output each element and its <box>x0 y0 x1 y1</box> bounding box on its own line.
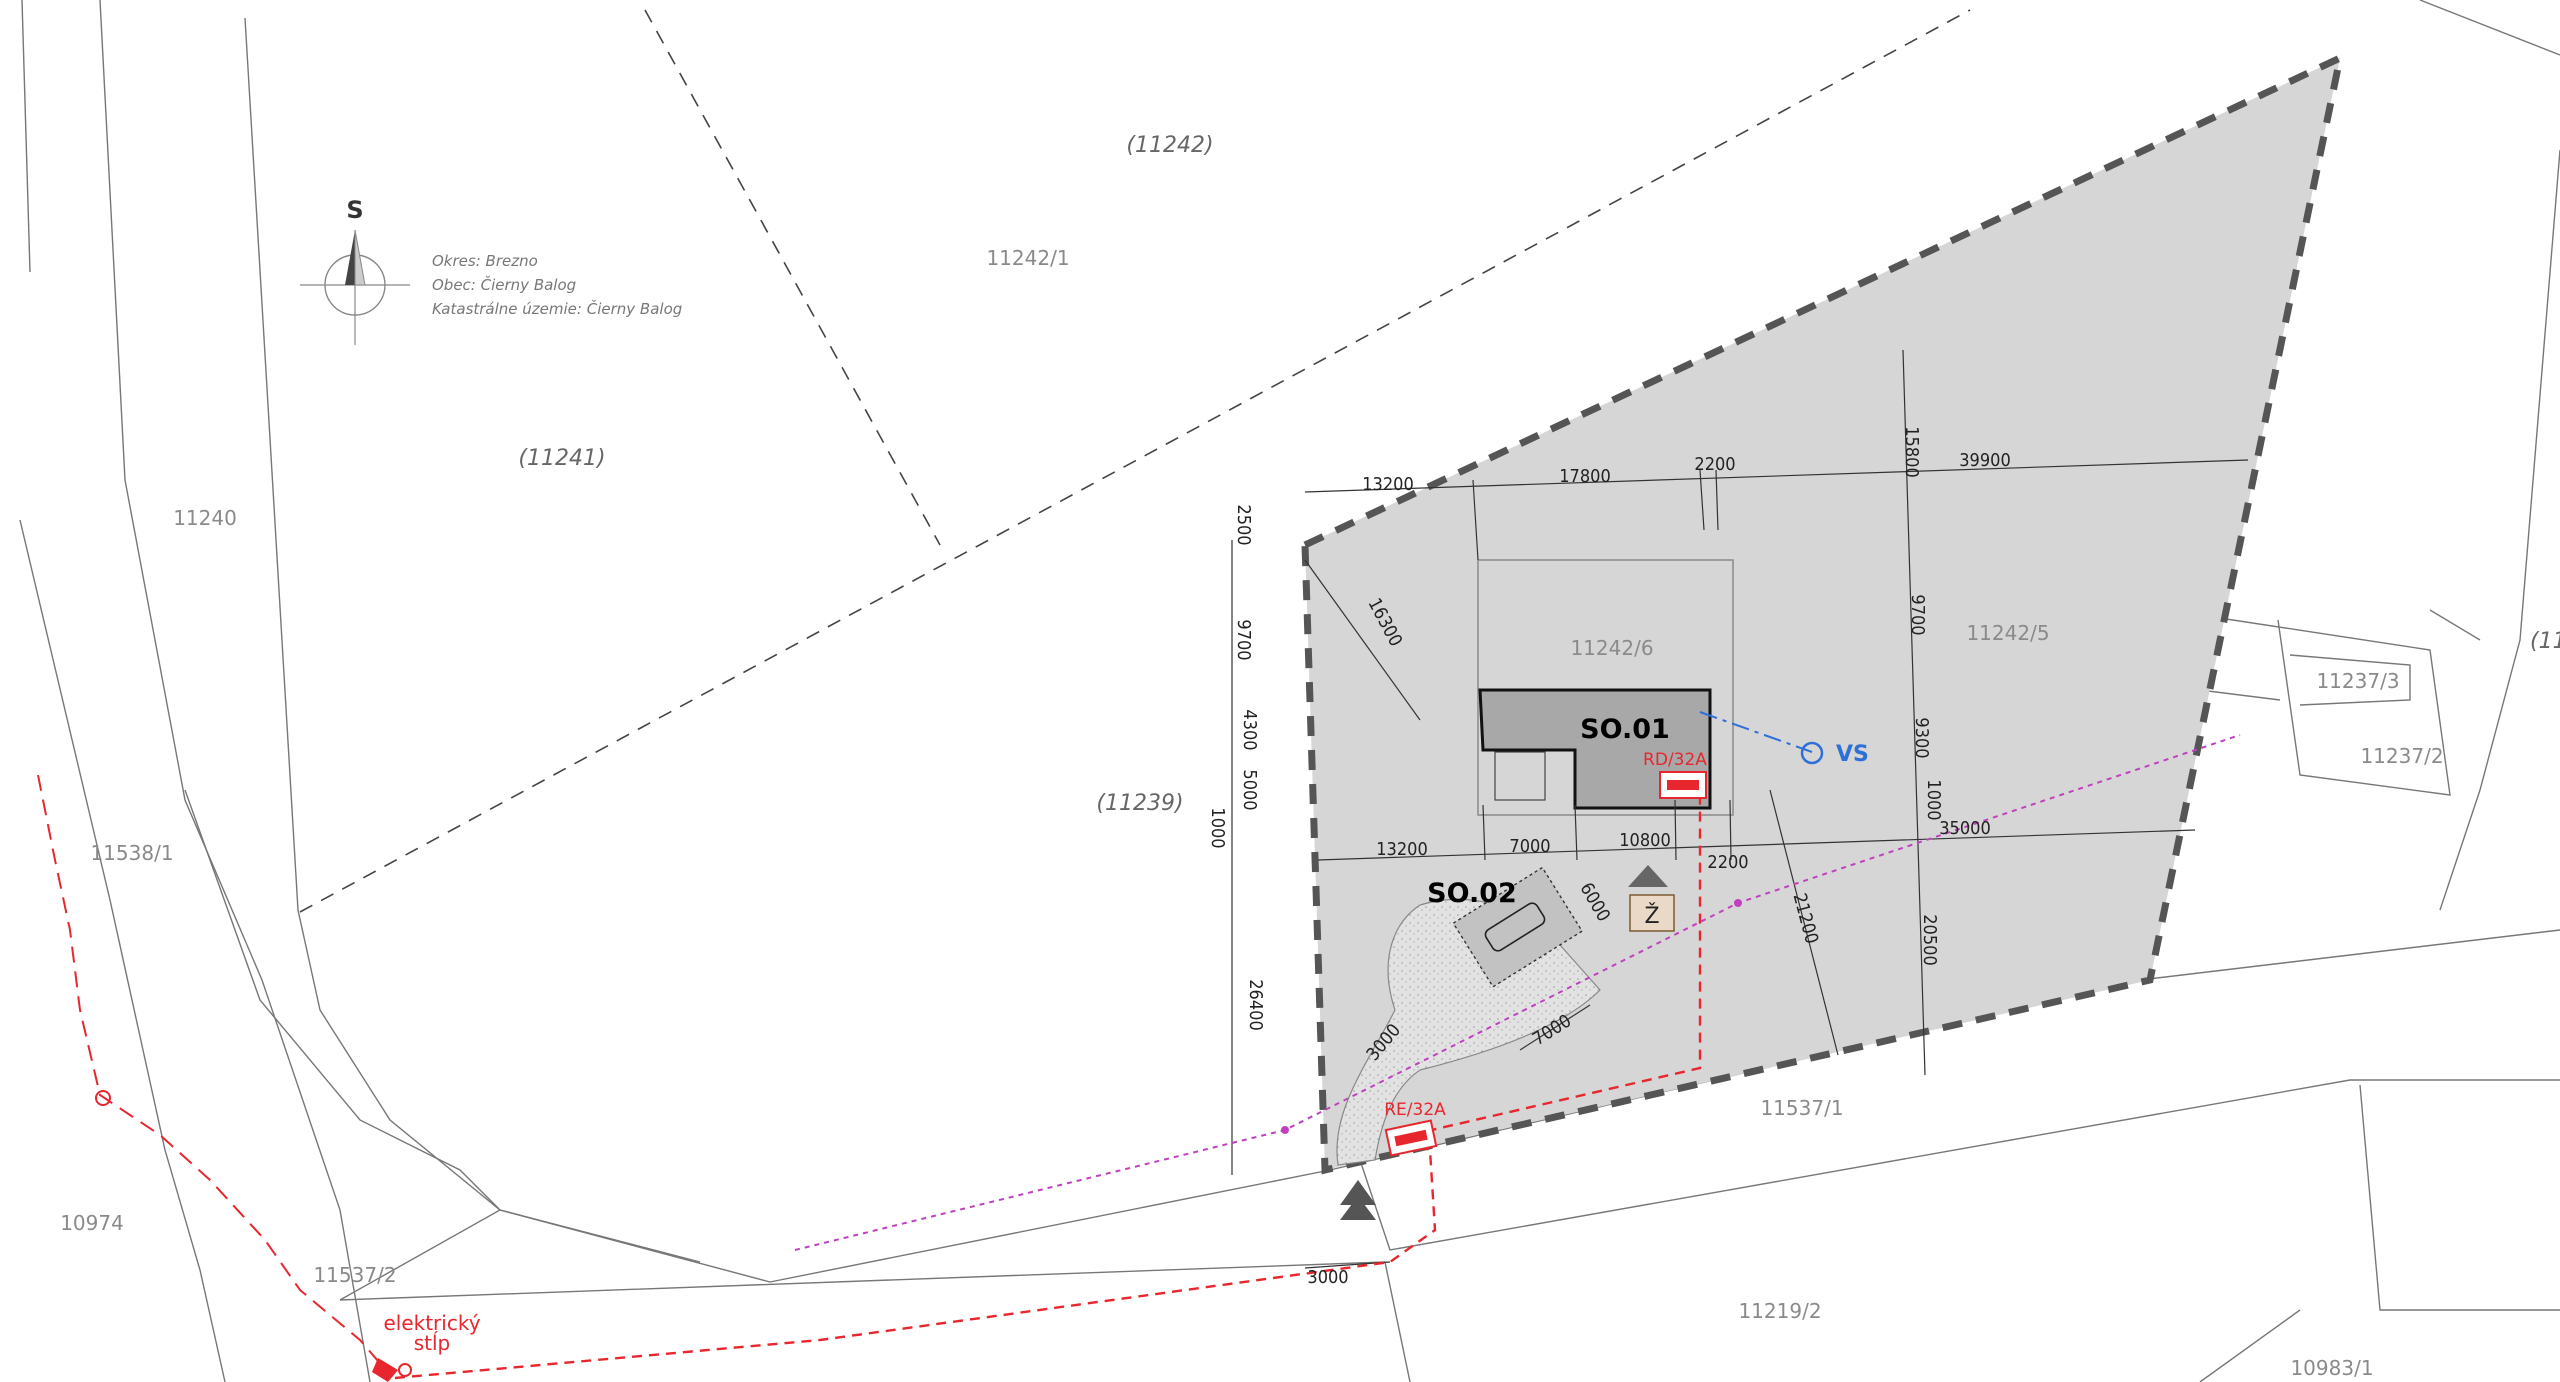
north-arrow-icon <box>300 229 410 345</box>
plot-label: (11242) <box>1126 133 1213 158</box>
plot-label: 11219/2 <box>1738 1299 1821 1323</box>
entrance-arrow-icon <box>1340 1180 1376 1220</box>
plot-label: 11537/1 <box>1760 1096 1843 1120</box>
vs-label: VS <box>1836 742 1869 767</box>
magenta-node <box>1734 899 1742 907</box>
rd-label: RD/32A <box>1643 750 1707 770</box>
site-plan: S Okres: Brezno Obec: Čierny Balog Katas… <box>19 0 2560 1382</box>
dim-label: 4300 <box>1239 709 1260 750</box>
pole-label-2: stĺp <box>414 1331 451 1355</box>
dim-label: 9300 <box>1911 717 1932 758</box>
cable-route <box>394 1136 1437 1380</box>
re-label: RE/32A <box>1384 1100 1446 1120</box>
magenta-node <box>1281 1126 1289 1134</box>
north-letter: S <box>346 196 363 224</box>
dim-label: 17800 <box>1559 466 1611 487</box>
plot-label: 11240 <box>173 506 237 530</box>
district-label: Okres: Brezno <box>432 252 538 270</box>
plot-label: 10983/1 <box>2290 1356 2373 1380</box>
dim-label: 15800 <box>1901 426 1922 478</box>
electric-pole-icon <box>95 1090 412 1382</box>
dim-label: 39900 <box>1959 450 2011 471</box>
plot-label: 10974 <box>60 1211 124 1235</box>
dim-label: 1000 <box>1923 779 1944 820</box>
dim-label: 35000 <box>1939 818 1991 839</box>
so01-label: SO.01 <box>1580 714 1670 745</box>
dim-label: 13200 <box>1362 474 1414 495</box>
dim-label: 1000 <box>1207 807 1228 848</box>
dim-label: 13200 <box>1376 839 1428 860</box>
plot-label: 11537/2 <box>313 1263 396 1287</box>
plot-label: 11237/3 <box>2316 669 2399 693</box>
dim-label: 3000 <box>1307 1267 1348 1288</box>
plot-label: (11239) <box>1096 791 1183 816</box>
plot-label: 11242/6 <box>1570 636 1653 660</box>
plot-label: (11241) <box>518 446 605 471</box>
municipality-label: Obec: Čierny Balog <box>432 275 576 294</box>
plot-label: 11242/1 <box>986 246 1069 270</box>
dim-label: 20500 <box>1919 914 1940 966</box>
dim-label: 9700 <box>1233 619 1254 660</box>
dim-label: 5000 <box>1239 769 1260 810</box>
z-label: Ž <box>1644 903 1659 929</box>
dim-label: 2200 <box>1707 852 1748 873</box>
rd-box-fill <box>1667 780 1699 790</box>
cadastral-label: Katastrálne územie: Čierny Balog <box>432 299 682 318</box>
dim-label: 26400 <box>1245 979 1266 1031</box>
dim-label: 7000 <box>1509 836 1550 857</box>
plot-label: 11237/2 <box>2360 744 2443 768</box>
dim-label: 10800 <box>1619 830 1671 851</box>
so02-label: SO.02 <box>1427 878 1517 909</box>
plot-label: 11242/5 <box>1966 621 2049 645</box>
dim-label: 9700 <box>1907 594 1928 635</box>
dim-label: 2500 <box>1233 504 1254 545</box>
plot-label: 11538/1 <box>90 841 173 865</box>
dim-label: 2200 <box>1694 454 1735 475</box>
plot-label: (11235 <box>2530 629 2560 654</box>
